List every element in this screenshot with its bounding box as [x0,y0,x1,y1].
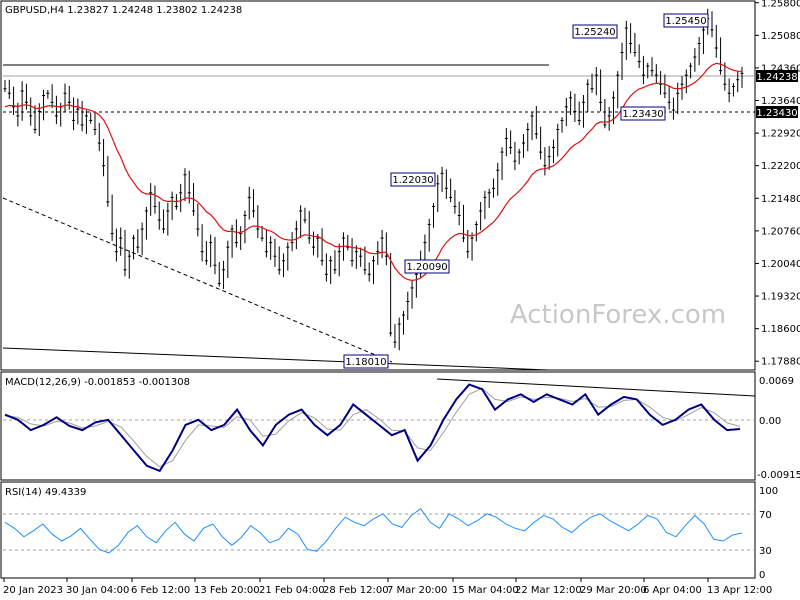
rsi-panel-frame [0,481,756,579]
annotation-1-25240: 1.25240 [572,24,618,39]
x-axis-label: 28 Feb 12:00 [323,585,389,596]
x-axis-label: 15 Mar 04:00 [452,585,519,596]
price-axis-label: 1.22920 [761,129,800,140]
annotation-text: 1.23430 [622,109,663,120]
price-axis-label: 1.20760 [761,226,800,237]
price-axis-label: 1.19320 [761,292,800,303]
annotation-1-25450: 1.25450 [663,13,709,28]
price-axis-label: 1.23640 [761,96,800,107]
x-axis-label: 30 Jan 04:00 [66,585,129,596]
x-axis-label: 13 Apr 12:00 [707,585,772,596]
x-axis-label: 20 Jan 2023 [3,585,63,596]
chart-canvas: ActionForex.com 1.25240 1.25450 1.22030 … [0,0,800,596]
price-axis-label: 1.25080 [761,31,800,42]
price-axis-label: 1.22200 [761,161,800,172]
level-price-text: 1.23430 [756,108,797,119]
macd-header: MACD(12,26,9) -0.001853 -0.001308 [5,377,190,388]
annotation-text: 1.22030 [392,175,433,186]
x-axis-label: 13 Feb 20:00 [194,585,260,596]
rsi-axis-30: 30 [759,546,772,557]
price-axis-label: 1.20040 [761,259,800,270]
rsi-axis-0: 0 [759,570,765,581]
macd-axis-bottom: -0.009158 [757,470,800,481]
price-header: GBPUSD,H4 1.23827 1.24248 1.23802 1.2423… [5,5,242,16]
x-axis-label: 29 Mar 20:00 [580,585,647,596]
price-axis-label: 1.21480 [761,194,800,205]
rsi-header: RSI(14) 49.4339 [5,487,86,498]
annotation-text: 1.25450 [665,16,706,27]
x-axis: 20 Jan 2023 30 Jan 04:00 6 Feb 12:00 13 Feb… [3,578,772,596]
macd-axis-zero: 0.00 [759,416,781,427]
x-axis-label: 6 Apr 04:00 [643,585,702,596]
price-axis-label: 1.17880 [761,357,800,368]
price-axis: 1.258001.250801.243601.236401.229201.222… [755,0,800,368]
annotation-1-22030: 1.22030 [390,172,436,187]
price-axis-label: 1.18600 [761,324,800,335]
current-price-box: 1.24238 [756,70,798,83]
x-axis-label: 6 Feb 12:00 [131,585,190,596]
annotation-1-23430: 1.23430 [620,106,666,121]
watermark: ActionForex.com [510,300,726,330]
annotation-1-20090: 1.20090 [404,259,450,274]
rsi-axis-70: 70 [759,510,772,521]
rsi-axis-100: 100 [759,486,778,497]
annotation-text: 1.20090 [406,262,447,273]
annotation-text: 1.18010 [345,357,386,368]
annotation-text: 1.25240 [574,27,615,38]
level-price-box: 1.23430 [756,106,798,119]
macd-axis-top: 0.0069 [759,376,794,387]
annotation-1-18010: 1.18010 [343,354,389,369]
x-axis-label: 7 Mar 20:00 [387,585,447,596]
x-axis-label: 21 Feb 04:00 [259,585,325,596]
x-axis-label: 22 Mar 12:00 [515,585,582,596]
current-price-text: 1.24238 [756,72,797,83]
price-axis-label: 1.25800 [761,0,800,9]
